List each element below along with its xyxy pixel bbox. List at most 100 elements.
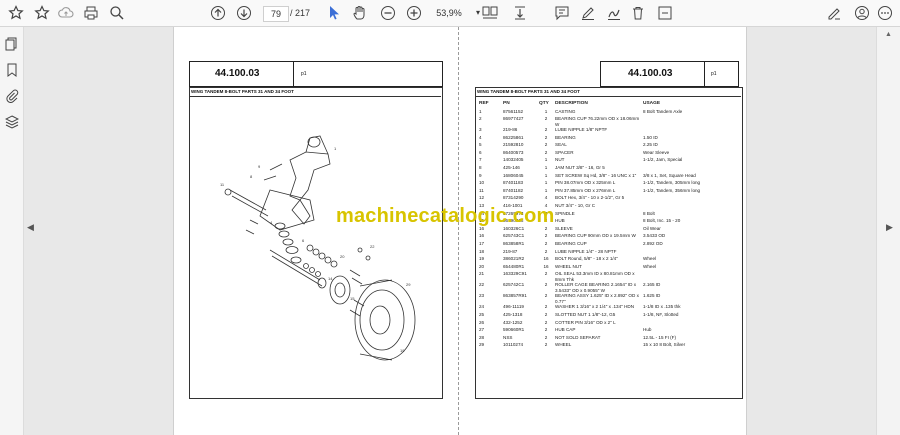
table-row: 22 625742C1 2 ROLLER CAGE BEARING 2.1654" I… <box>478 282 740 293</box>
cell-usage <box>642 127 740 135</box>
layers-icon[interactable] <box>3 113 21 131</box>
user-account-icon[interactable] <box>852 4 872 22</box>
watermark-text: machinecatalogic.com <box>336 205 555 227</box>
cell-description: NOT SOLD SEPARAT <box>555 334 601 340</box>
cell-ref: 22 <box>479 282 485 288</box>
cell-usage: 12.5L - 15 FI (F) <box>643 334 677 340</box>
trash-icon[interactable] <box>628 4 648 22</box>
previous-page-icon[interactable] <box>208 4 228 22</box>
cell-qty: 1 <box>544 108 548 114</box>
bookmarks-panel-icon[interactable] <box>3 61 21 79</box>
star-icon[interactable] <box>6 4 26 22</box>
cell-usage: Wear Sleeve <box>643 149 670 155</box>
col-qty-header: QTY <box>539 101 549 106</box>
cell-pn: 16806045 <box>503 172 524 178</box>
collapse-right-arrow-icon[interactable]: ▶ <box>886 222 893 233</box>
hand-tool-icon[interactable] <box>350 4 370 22</box>
cell-pn: 863858R1 <box>503 241 525 246</box>
cell-pn: 219-87 <box>503 248 518 254</box>
cell-usage: 1-1/8, NF, Slotted <box>643 311 679 317</box>
cell-description: HUB CAP <box>555 327 576 333</box>
cell-usage <box>642 165 740 173</box>
page-number-input[interactable]: 79 <box>263 6 289 22</box>
cell-ref: 3 <box>479 127 482 133</box>
attachments-icon[interactable] <box>3 87 21 105</box>
table-row: 24 496-11119 2 WASHER 1 3/16" x 2 1/4" x .1… <box>478 304 740 312</box>
cell-ref: 7 <box>479 157 482 163</box>
cell-ref: 4 <box>479 134 482 140</box>
comment-icon[interactable] <box>552 4 572 22</box>
cell-description: BEARING ASSY 1.625" ID x 2.892" OD x 0.7… <box>555 293 639 304</box>
svg-text:8: 8 <box>250 174 253 179</box>
cell-ref: 12 <box>479 195 485 201</box>
draw-icon[interactable] <box>604 4 624 22</box>
table-row: 23 863857R91 2 BEARING ASSY 1.625" ID x 2.8… <box>478 293 740 304</box>
cell-usage <box>642 271 740 282</box>
cell-qty: 4 <box>544 195 548 201</box>
zoom-out-icon[interactable] <box>378 4 398 22</box>
zoom-search-icon[interactable] <box>107 4 127 22</box>
cell-ref: 20 <box>479 263 485 269</box>
table-row: 28 NSS 2 NOT SOLD SEPARAT 12.5L - 15 FI (F) <box>478 335 740 343</box>
cell-ref: 8 <box>479 165 482 171</box>
cell-ref: 24 <box>479 304 485 310</box>
cell-pn: 863857R91 <box>503 293 527 299</box>
table-row: 25 425-1318 2 SLOTTED NUT 1 1/8"-12, G5 1-1/… <box>478 312 740 320</box>
cell-pn: 21592810 <box>503 142 524 148</box>
cell-description: BOLT Hex, 3/4" - 10 x 2-1/2", Gr 5 <box>555 195 625 201</box>
sign-icon[interactable] <box>824 4 844 22</box>
left-sidebar <box>0 27 24 435</box>
cell-pn: 86977427 <box>503 116 524 122</box>
cell-qty: 2 <box>544 241 548 246</box>
cell-pn: 425-1318 <box>503 311 523 317</box>
cell-description: CASTING <box>555 108 576 114</box>
cell-usage: 2.165 ID <box>643 282 661 288</box>
cell-qty: 2 <box>544 304 548 310</box>
highlight-pen-icon[interactable] <box>578 4 598 22</box>
cell-ref: 19 <box>479 256 485 262</box>
cloud-upload-icon[interactable] <box>56 4 76 22</box>
table-row: 3 219-86 2 LUBE NIPPLE 1/8" NPTF <box>478 127 740 135</box>
left-page-tag: p1 <box>301 71 307 77</box>
cell-ref: 6 <box>479 149 482 155</box>
cell-pn: 14032405 <box>503 157 524 163</box>
cell-usage: 1.50 ID <box>643 134 658 140</box>
cell-pn: 219-86 <box>503 127 518 133</box>
cell-ref: 23 <box>479 293 485 299</box>
cell-description: SPACER <box>555 149 574 155</box>
cell-qty: 2 <box>544 319 548 325</box>
select-cursor-icon[interactable] <box>324 4 344 22</box>
more-tools-icon[interactable] <box>655 4 675 22</box>
cell-qty: 2 <box>544 116 548 122</box>
collapse-left-arrow-icon[interactable]: ◀ <box>27 222 34 233</box>
table-row: 18 219-87 2 LUBE NIPPLE 1/4" - 28 NPTF <box>478 249 740 257</box>
cell-description: PIN 37.85mm OD x 276mm L <box>555 187 616 193</box>
more-menu-icon[interactable] <box>875 4 895 22</box>
zoom-in-icon[interactable] <box>404 4 424 22</box>
cell-qty: 16 <box>543 256 549 262</box>
cell-qty: 1 <box>544 172 548 178</box>
svg-text:1: 1 <box>334 146 337 151</box>
scroll-mode-icon[interactable] <box>510 4 530 22</box>
next-page-icon[interactable] <box>234 4 254 22</box>
cell-usage: 1-1/2, Tandem, 356mm long <box>643 187 701 193</box>
cell-pn: 496-11119 <box>503 304 524 310</box>
toolbar: 79 / 217 53,9% ▾ <box>0 0 900 27</box>
scroll-up-icon[interactable]: ▲ <box>885 31 892 38</box>
cell-usage: 2.25 ID <box>643 142 658 148</box>
bookmark-star-icon[interactable] <box>32 4 52 22</box>
table-row: 27 590660R1 2 HUB CAP Hub <box>478 327 740 335</box>
cell-usage: 2.892 OD <box>643 241 663 246</box>
page-layout-icon[interactable] <box>480 4 500 22</box>
cell-ref: 28 <box>479 334 485 340</box>
col-ref-header: REF <box>479 101 489 106</box>
print-icon[interactable] <box>81 4 101 22</box>
table-row: 10 87401183 1 PIN 38.07mm OD x 325mm L 1-1/2… <box>478 180 740 188</box>
cell-ref: 2 <box>479 116 482 122</box>
cell-ref: 5 <box>479 142 482 148</box>
svg-text:22: 22 <box>370 244 375 249</box>
svg-text:29: 29 <box>406 282 411 287</box>
pages-panel-icon[interactable] <box>3 35 21 53</box>
zoom-level-select[interactable]: 53,9% <box>430 6 468 20</box>
table-row: 16 625743C1 2 BEARING CUP 90mm OD x 19.5mm … <box>478 233 740 241</box>
